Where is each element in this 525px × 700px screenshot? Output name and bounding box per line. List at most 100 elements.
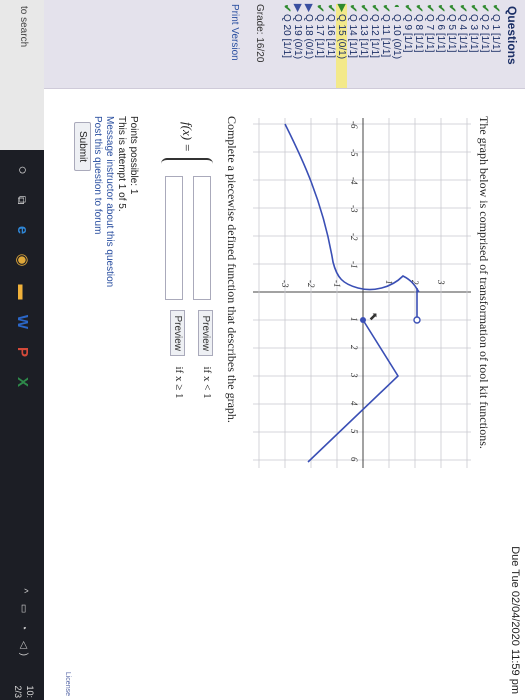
question-nav-item[interactable]: ✔Q 9 [1/1] [402,4,413,88]
question-nav-item[interactable]: ✔Q 3 [1/1] [468,4,479,88]
check-icon: ✔ [468,4,479,13]
question-nav-label: Q 2 [1/1] [479,14,490,53]
x-tick-label: 2 [349,345,359,350]
taskbar: to search ○ ⧉ e ◉ ▬ W P X ^ ▭ ◔ ◁) 10: 2… [0,0,44,700]
clock-date: 2/3 [13,685,23,698]
task-view-icon[interactable]: ⧉ [12,190,32,210]
powerpoint-icon[interactable]: P [12,342,32,362]
check-icon: ✔ [325,4,336,13]
closed-endpoint [360,317,366,323]
condition-2: if x ≥ 1 [173,366,185,399]
question-nav-item[interactable]: ✔Q 14 [1/1] [347,4,358,88]
clock-time: 10: [25,685,35,698]
taskbar-search[interactable]: to search [0,0,44,150]
question-main: Due Tue 02/04/2020 11:59 pm The graph be… [44,90,525,700]
instruction-text: Complete a piecewise defined function th… [225,116,239,423]
attempt-count: This is attempt 1 of 5. [116,116,127,212]
x-tick-label: -5 [349,149,359,157]
question-nav-label: Q 19 (0/1) [292,14,303,60]
question-nav-item[interactable]: ✔Q 13 [1/1] [358,4,369,88]
question-nav-label: Q 6 [1/1] [435,14,446,53]
piece-row-2: Preview if x ≥ 1 [165,176,185,399]
piece-row-1: Preview if x < 1 [193,176,213,399]
question-nav-label: Q 9 [1/1] [402,14,413,53]
piecewise-form: f(x) = Preview if x < 1 Preview if x ≥ 1 [151,116,221,516]
check-icon: ✔ [424,4,435,13]
piece-1-input[interactable] [193,176,212,300]
x-tick-label: -1 [349,261,359,269]
print-version-link[interactable]: Print Version [229,4,240,88]
question-nav-item[interactable]: ✔Q 17 [1/1] [314,4,325,88]
arrow-icon: ▶ [336,4,347,12]
check-icon: ✔ [457,4,468,13]
check-icon: ✔ [358,4,369,13]
clock[interactable]: 10: 2/3 [12,685,36,698]
x-tick-label: 1 [349,317,359,322]
message-instructor-link[interactable]: Message instructor about this question [103,116,115,287]
system-tray[interactable]: ^ ▭ ◔ ◁) [18,588,29,660]
preview-2-button[interactable]: Preview [170,310,185,357]
question-nav-label: Q 11 [1/1] [380,14,391,58]
grade-label: Grade: 16/20 [254,4,265,63]
y-tick-label: 3 [436,279,446,285]
question-nav-item[interactable]: ✔Q 12 [1/1] [369,4,380,88]
question-nav-label: Q 12 [1/1] [369,14,380,58]
x-tick-label: -3 [349,205,359,213]
question-nav-item[interactable]: ✔Q 2 [1/1] [479,4,490,88]
file-explorer-icon[interactable]: ▬ [12,282,32,302]
preview-1-button[interactable]: Preview [198,310,213,357]
questions-header: Questions [505,6,519,65]
v-shaped-segment [307,319,400,463]
partial-icon: ◐ [391,4,402,11]
check-icon: ✔ [479,4,490,13]
cursor-icon: ⬉ [367,312,379,321]
question-nav-item[interactable]: ✔Q 5 [1/1] [446,4,457,88]
question-nav-item[interactable]: ▶ Q 19 (0/1) [292,4,303,88]
question-nav-item[interactable]: ✔Q 16 [1/1] [325,4,336,88]
question-nav-item[interactable]: ✔Q 8 [1/1] [413,4,424,88]
x-tick-label: 6 [349,457,359,462]
question-nav-item[interactable]: ✔Q 7 [1/1] [424,4,435,88]
submit-button[interactable]: Submit [74,122,91,172]
question-prompt: The graph below is comprised of transfor… [477,116,491,449]
license-link[interactable]: License [64,672,71,696]
question-nav-item[interactable]: ✔Q 11 [1/1] [380,4,391,88]
post-forum-link[interactable]: Post this question to forum [91,116,103,287]
question-nav-item[interactable]: ▶ Q 15 (0/1) [336,4,347,88]
check-icon: ✔ [435,4,446,13]
question-nav-label: Q 14 [1/1] [347,14,358,58]
fx-label: f(x) = [180,122,195,153]
open-endpoint [413,316,421,324]
check-icon: ✔ [402,4,413,13]
arrow-icon: ▶ [292,4,303,12]
question-nav-item[interactable]: ▶ Q 18 (0/1) [303,4,314,88]
question-nav-label: Q 17 [1/1] [314,14,325,58]
x-tick-label: 4 [349,401,359,406]
question-nav-label: Q 3 [1/1] [468,14,479,53]
check-icon: ✔ [369,4,380,13]
question-nav-label: Q 18 (0/1) [303,14,314,60]
question-nav-item[interactable]: ✔Q 6 [1/1] [435,4,446,88]
chrome-icon[interactable]: ◉ [12,250,32,270]
check-icon: ✔ [347,4,358,13]
points-possible: Points possible: 1 [128,116,139,195]
graph: -6-5-4-3-2-1123456-3-2-11235 ⬉ [253,118,471,468]
check-icon: ✔ [490,4,501,13]
excel-icon[interactable]: X [12,372,32,392]
question-nav-label: Q 15 (0/1) [336,14,347,60]
question-nav-label: Q 13 [1/1] [358,14,369,58]
piece-2-input[interactable] [165,176,184,300]
question-nav-item[interactable]: ✔Q 4 [1/1] [457,4,468,88]
y-tick-label: -3 [280,280,290,288]
question-nav-item[interactable]: ✔Q 20 [1/1] [281,4,292,88]
question-nav-item[interactable]: ✔Q 1 [1/1] [490,4,501,88]
word-icon[interactable]: W [12,312,32,332]
edge-icon[interactable]: e [12,220,32,240]
question-nav-label: Q 20 [1/1] [281,14,292,58]
x-tick-label: 5 [349,429,359,434]
arrow-icon: ▶ [303,4,314,12]
check-icon: ✔ [380,4,391,13]
y-tick-label: -1 [332,280,342,288]
cortana-icon[interactable]: ○ [12,160,32,180]
question-nav-item[interactable]: ◐ Q 10 (0/1) [391,4,402,88]
